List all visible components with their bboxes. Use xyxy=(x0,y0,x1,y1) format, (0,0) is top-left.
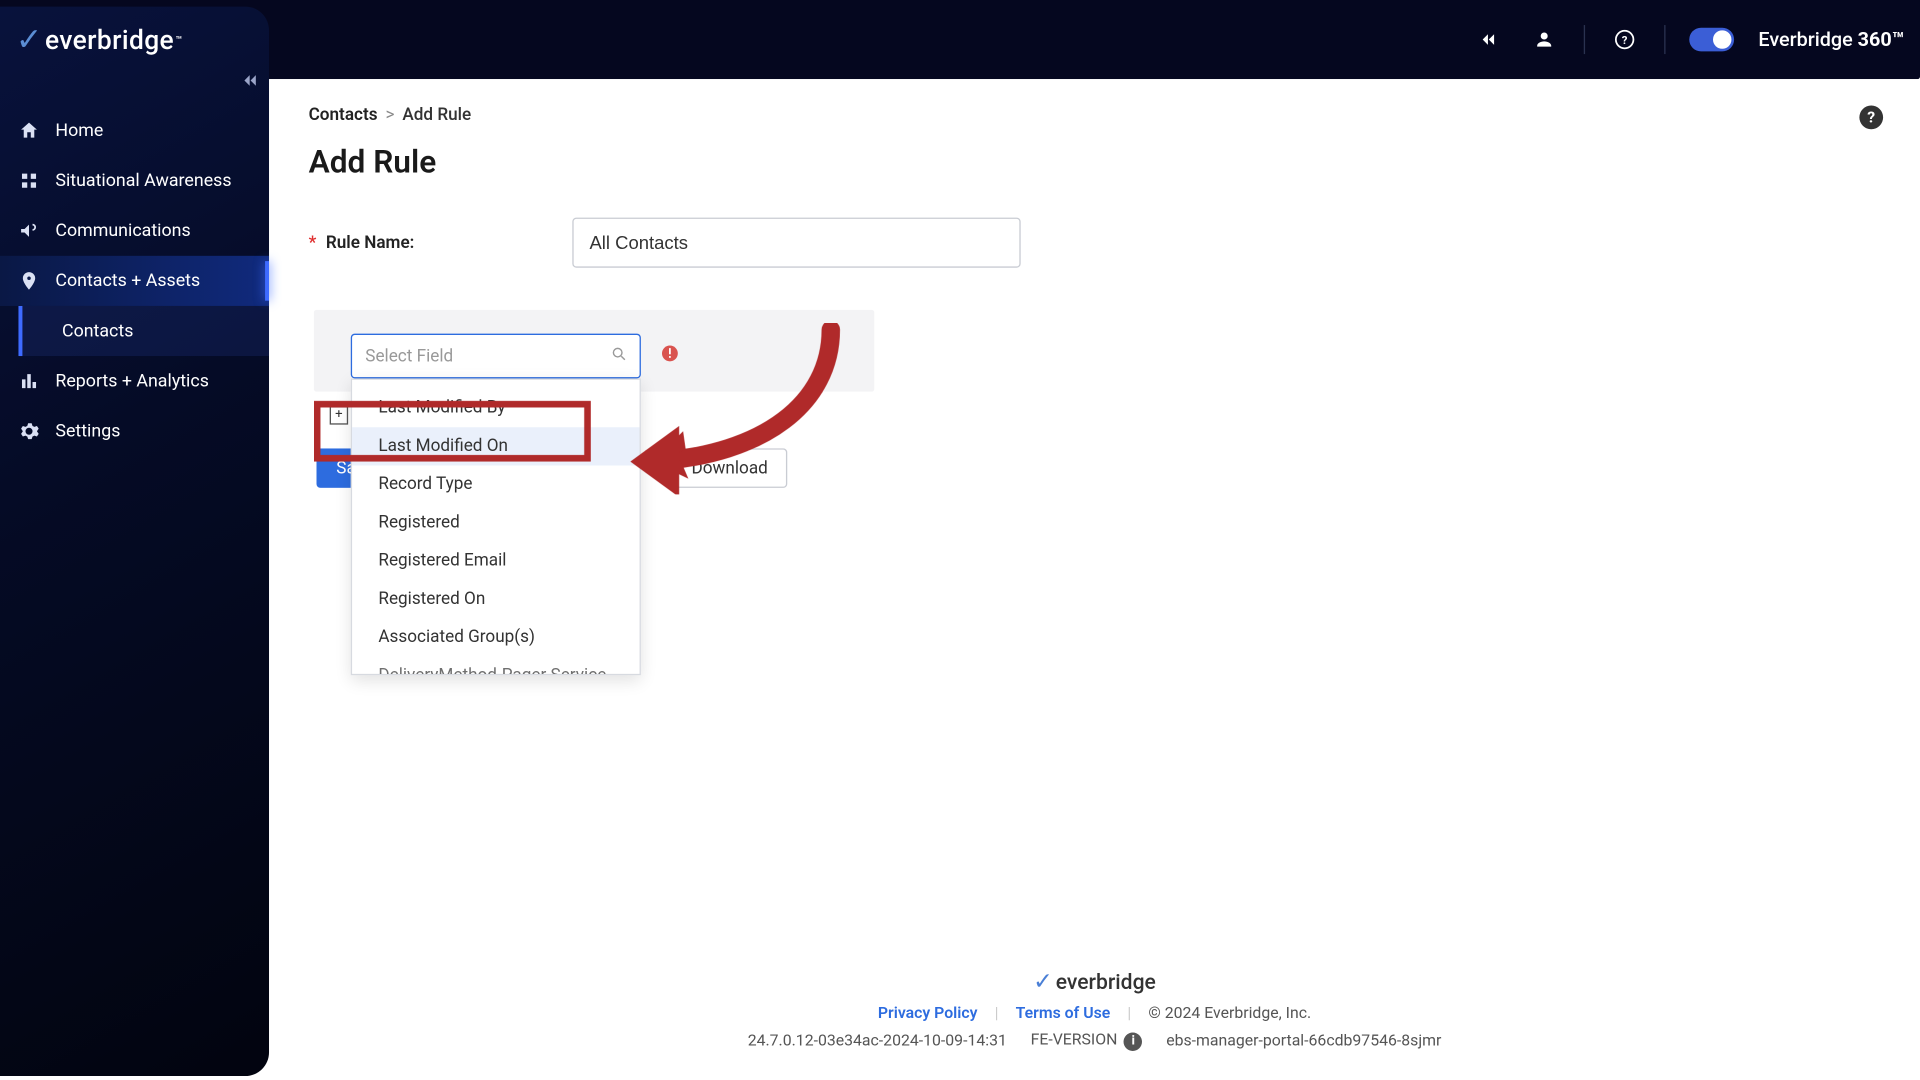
nav-reports[interactable]: Reports + Analytics xyxy=(0,356,269,406)
nav-sub-contacts[interactable]: Contacts xyxy=(18,306,269,356)
dropdown-item[interactable]: Last Modified On xyxy=(352,427,639,465)
page-help-icon[interactable]: ? xyxy=(1859,105,1883,129)
nav-label: Contacts + Assets xyxy=(55,270,200,291)
fe-version: FE-VERSION i xyxy=(1031,1030,1143,1050)
nav-situational[interactable]: Situational Awareness xyxy=(0,156,269,206)
top-header: ✓ everbridge ™ ? Everbridge 360™ xyxy=(0,0,1920,79)
footer-meta: 24.7.0.12-03e34ac-2024-10-09-14:31 FE-VE… xyxy=(269,1030,1920,1050)
select-placeholder: Select Field xyxy=(365,346,453,366)
nav-settings[interactable]: Settings xyxy=(0,406,269,456)
nav-label: Settings xyxy=(55,421,120,442)
select-field-wrap: Select Field Created OnLast Modified ByL… xyxy=(351,334,641,379)
brand-360: Everbridge 360™ xyxy=(1758,28,1904,52)
toggle-knob xyxy=(1714,30,1732,48)
nav-label: Reports + Analytics xyxy=(55,371,209,392)
divider xyxy=(1665,25,1666,54)
required-star-icon: * xyxy=(309,233,317,253)
footer-links: Privacy Policy | Terms of Use | © 2024 E… xyxy=(269,1004,1920,1022)
gear-icon xyxy=(18,421,39,442)
collapse-icon[interactable] xyxy=(1474,24,1506,56)
dropdown-item[interactable]: Created On xyxy=(352,380,639,389)
logo-tm: ™ xyxy=(175,34,182,46)
breadcrumb: Contacts > Add Rule xyxy=(309,105,1881,125)
rule-name-label: * Rule Name: xyxy=(309,233,573,253)
logo-mark-icon: ✓ xyxy=(16,21,43,58)
svg-text:?: ? xyxy=(1622,33,1628,47)
logo-text: everbridge xyxy=(45,24,174,56)
sidebar-collapse-icon[interactable] xyxy=(240,70,261,95)
nav-home[interactable]: Home xyxy=(0,105,269,155)
nav-list: Home Situational Awareness Communication… xyxy=(0,105,269,456)
logo[interactable]: ✓ everbridge ™ xyxy=(16,21,182,58)
nav-label: Situational Awareness xyxy=(55,170,231,191)
dropdown-item[interactable]: Registered xyxy=(352,504,639,542)
dropdown-item[interactable]: Registered Email xyxy=(352,542,639,580)
dropdown-item[interactable]: Registered On xyxy=(352,580,639,618)
sidebar: Home Situational Awareness Communication… xyxy=(0,7,269,1076)
header-right: ? Everbridge 360™ xyxy=(1474,24,1905,56)
nav-communications[interactable]: Communications xyxy=(0,206,269,256)
breadcrumb-sep: > xyxy=(385,105,394,125)
download-button[interactable]: Download xyxy=(672,448,788,488)
main-content: ? Contacts > Add Rule Add Rule * Rule Na… xyxy=(269,79,1920,1076)
version-text: 24.7.0.12-03e34ac-2024-10-09-14:31 xyxy=(748,1031,1007,1049)
dropdown-item[interactable]: Record Type xyxy=(352,466,639,504)
home-icon xyxy=(18,120,39,141)
nav-label: Communications xyxy=(55,220,190,241)
warning-icon xyxy=(659,343,680,369)
sitaware-icon xyxy=(18,170,39,191)
plus-icon: + xyxy=(330,406,348,424)
dropdown-item[interactable]: Associated Group(s) xyxy=(352,618,639,656)
rule-name-input[interactable] xyxy=(572,218,1020,268)
breadcrumb-current: Add Rule xyxy=(402,105,471,125)
select-field-dropdown[interactable]: Select Field xyxy=(351,334,641,379)
footer-logo: ✓ everbridge xyxy=(1033,968,1156,996)
user-icon[interactable] xyxy=(1529,24,1561,56)
divider: | xyxy=(995,1004,999,1022)
rule-panel: Select Field Created OnLast Modified ByL… xyxy=(314,310,874,392)
rule-name-row: * Rule Name: xyxy=(309,218,1881,268)
nav-contacts-assets[interactable]: Contacts + Assets xyxy=(0,256,269,306)
nav-label: Home xyxy=(55,120,103,141)
privacy-link[interactable]: Privacy Policy xyxy=(878,1004,978,1022)
pin-icon xyxy=(18,270,39,291)
help-icon[interactable]: ? xyxy=(1609,24,1641,56)
terms-link[interactable]: Terms of Use xyxy=(1016,1004,1111,1022)
breadcrumb-root[interactable]: Contacts xyxy=(309,105,378,125)
info-icon[interactable]: i xyxy=(1124,1032,1142,1050)
chart-icon xyxy=(18,371,39,392)
pod-text: ebs-manager-portal-66cdb97546-8sjmr xyxy=(1166,1031,1441,1049)
divider: | xyxy=(1127,1004,1131,1022)
dropdown-item[interactable]: Last Modified By xyxy=(352,389,639,427)
nav-sub-label: Contacts xyxy=(62,320,133,341)
megaphone-icon xyxy=(18,220,39,241)
page-title: Add Rule xyxy=(309,144,1881,181)
search-icon xyxy=(611,345,628,367)
toggle-360[interactable] xyxy=(1690,28,1735,52)
divider xyxy=(1584,25,1585,54)
footer: ✓ everbridge Privacy Policy | Terms of U… xyxy=(269,957,1920,1076)
dropdown-item[interactable]: DeliveryMethod-Pager Service xyxy=(352,657,639,674)
copyright: © 2024 Everbridge, Inc. xyxy=(1148,1004,1311,1022)
field-dropdown: Created OnLast Modified ByLast Modified … xyxy=(351,378,641,675)
logo-mark-icon: ✓ xyxy=(1033,968,1053,996)
